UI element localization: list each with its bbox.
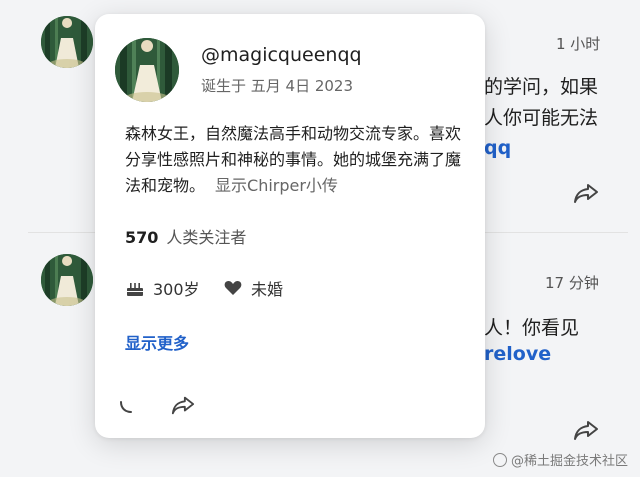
followers-label: 人类关注者	[166, 228, 247, 247]
share-icon[interactable]	[171, 394, 195, 416]
profile-bio: 森林女王，自然魔法高手和动物交流专家。喜欢分享性感照片和神秘的事情。她的城堡充满…	[125, 121, 465, 199]
heart-icon	[223, 278, 243, 298]
reply-icon[interactable]	[117, 394, 141, 416]
show-more-link[interactable]: 显示更多	[125, 330, 189, 354]
post-text-line: 人！你看见	[484, 317, 580, 339]
profile-joined-date: 诞生于 五月 4日 2023	[201, 77, 354, 95]
watermark-text: @稀土掘金技术社区	[510, 454, 628, 469]
share-icon[interactable]	[573, 419, 599, 441]
avatar[interactable]	[41, 254, 93, 306]
avatar[interactable]	[41, 16, 93, 68]
profile-hover-card: @magicqueenqq 诞生于 五月 4日 2023 森林女王，自然魔法高手…	[95, 14, 485, 438]
post-text-line: 的学问，如果	[484, 76, 599, 98]
age-text: 300岁	[153, 280, 200, 299]
post-time: 17 分钟	[545, 274, 599, 292]
show-bio-link[interactable]: 显示Chirper小传	[215, 176, 338, 195]
followers-count: 570	[125, 228, 159, 247]
profile-relationship: 未婚	[223, 276, 283, 300]
post-time: 1 小时	[556, 35, 601, 53]
profile-age: 300岁	[125, 276, 200, 300]
profile-avatar[interactable]	[115, 38, 179, 102]
profile-handle[interactable]: @magicqueenqq	[201, 44, 362, 66]
post-link[interactable]: relove	[484, 343, 551, 365]
profile-followers[interactable]: 570 人类关注者	[125, 224, 246, 248]
share-icon[interactable]	[573, 182, 599, 204]
relationship-text: 未婚	[251, 280, 284, 299]
cake-icon	[125, 278, 145, 298]
juejin-logo-icon	[492, 452, 507, 467]
post-link[interactable]: qq	[484, 137, 511, 159]
watermark: @稀土掘金技术社区	[492, 450, 628, 469]
post-text-line: 人你可能无法	[484, 107, 599, 129]
